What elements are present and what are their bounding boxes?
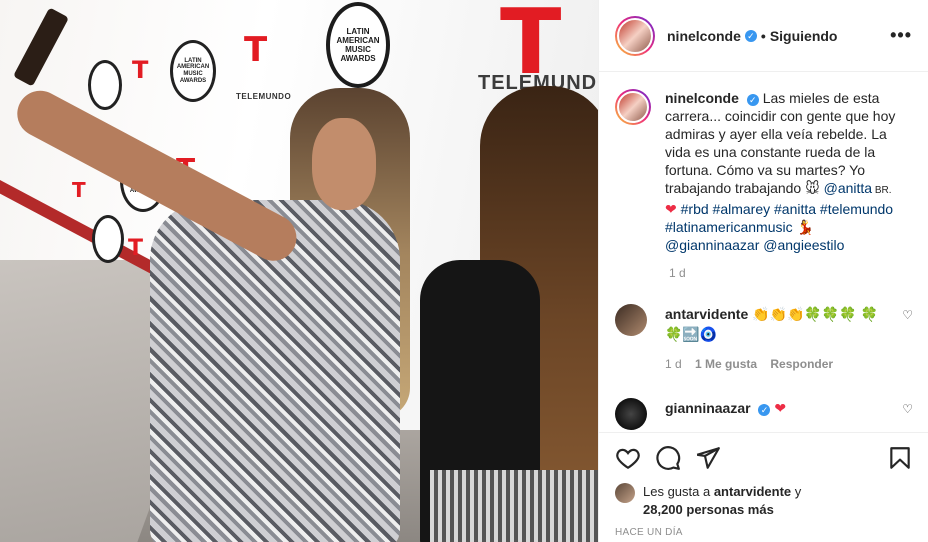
comments-list[interactable]: ninelconde ✓ Las mieles de esta carrera.… (599, 73, 928, 431)
mention-link[interactable]: @anitta (824, 180, 872, 196)
verified-badge-icon: ✓ (758, 404, 771, 416)
caption-text: ninelconde ✓ Las mieles de esta carrera.… (665, 89, 903, 254)
telemundo-logo: T (128, 236, 144, 261)
post-header: ninelconde ✓ • Siguiendo ••• (599, 0, 928, 72)
post-actions: Les gusta a antarvidente y 28,200 person… (599, 432, 928, 538)
caption-time: 1 d (669, 266, 686, 280)
comment-time: 1 d (665, 357, 682, 371)
awards-logo-text: LATIN AMERICAN MUSIC AWARDS (176, 57, 210, 84)
author-username[interactable]: ninelconde (667, 28, 741, 44)
awards-logo (92, 215, 124, 263)
comment-body: gianninaazar ✓ ❤ (665, 398, 885, 430)
reply-button[interactable]: Responder (770, 357, 833, 371)
second-person-skirt (430, 470, 598, 542)
comment-bubble-icon[interactable] (655, 445, 681, 471)
action-icons (615, 445, 913, 471)
heart-emoji: ❤ (665, 201, 677, 217)
avatar-image (617, 17, 653, 54)
verified-badge-icon: ✓ (744, 29, 757, 42)
commenter-avatar[interactable] (615, 304, 647, 336)
comment-actions: 1 d 1 Me gusta Responder (665, 354, 885, 374)
awards-logo (88, 60, 122, 110)
telemundo-label: TELEMUNDO (236, 92, 292, 101)
post-photo[interactable]: LATIN AMERICAN MUSIC AWARDS LATIN AMERIC… (0, 0, 598, 542)
verified-badge-icon: ✓ (746, 94, 759, 106)
avatar-image (617, 91, 649, 123)
caption: ninelconde ✓ Las mieles de esta carrera.… (615, 89, 913, 254)
caption-avatar[interactable] (615, 89, 651, 125)
likes-text: Les gusta a antarvidente y 28,200 person… (643, 483, 801, 519)
post-side-panel: ninelconde ✓ • Siguiendo ••• ninelconde … (598, 0, 928, 542)
telemundo-logo: T (132, 56, 149, 84)
author-info: ninelconde ✓ • Siguiendo (667, 28, 837, 44)
share-send-icon[interactable] (695, 445, 721, 471)
likes-middle: y (791, 484, 802, 499)
following-button[interactable]: Siguiendo (770, 28, 838, 44)
likes-prefix: Les gusta a (643, 484, 714, 499)
comment-body: antarvidente 👏👏👏🍀🍀🍀 🍀🍀🔜🧿 1 d 1 Me gusta … (665, 304, 885, 374)
mention-links[interactable]: @gianninaazar @angieestilo (665, 237, 844, 253)
comment-item: gianninaazar ✓ ❤ ♡ (615, 398, 913, 430)
comment-like-heart-icon[interactable]: ♡ (902, 308, 913, 322)
comment-item: antarvidente 👏👏👏🍀🍀🍀 🍀🍀🔜🧿 1 d 1 Me gusta … (615, 304, 913, 374)
commenter-username[interactable]: gianninaazar (665, 400, 751, 416)
save-bookmark-icon[interactable] (887, 445, 913, 471)
comment-text: ❤ (774, 400, 787, 416)
like-heart-icon[interactable] (615, 445, 641, 471)
awards-logo-text: LATIN AMERICAN MUSIC AWARDS (336, 26, 380, 64)
comment-like-heart-icon[interactable]: ♡ (902, 402, 913, 416)
author-avatar[interactable] (615, 15, 655, 56)
post-modal: LATIN AMERICAN MUSIC AWARDS LATIN AMERIC… (0, 0, 928, 542)
telemundo-logo: T (244, 30, 268, 70)
more-options-icon[interactable]: ••• (890, 25, 912, 46)
awards-logo-large: LATIN AMERICAN MUSIC AWARDS (326, 2, 390, 88)
separator-dot: • (760, 27, 766, 44)
hashtag-links[interactable]: #rbd #almarey #anitta #telemundo #latina… (665, 201, 893, 235)
post-timestamp[interactable]: HACE UN DÍA (615, 527, 913, 538)
commenter-username[interactable]: antarvidente (665, 306, 748, 322)
commenter-avatar[interactable] (615, 398, 647, 430)
likes-count[interactable]: 28,200 personas más (643, 502, 774, 517)
person-face (312, 118, 376, 210)
comment-likes[interactable]: 1 Me gusta (695, 357, 757, 371)
liker-username[interactable]: antarvidente (714, 484, 791, 499)
telemundo-logo: T (72, 178, 86, 202)
caption-username[interactable]: ninelconde (665, 90, 739, 106)
awards-logo: LATIN AMERICAN MUSIC AWARDS (170, 40, 216, 102)
flag-text: BR. (872, 185, 892, 196)
dancer-emoji: 💃 (792, 219, 814, 235)
liker-avatar[interactable] (615, 483, 635, 503)
likes-summary: Les gusta a antarvidente y 28,200 person… (615, 483, 913, 519)
